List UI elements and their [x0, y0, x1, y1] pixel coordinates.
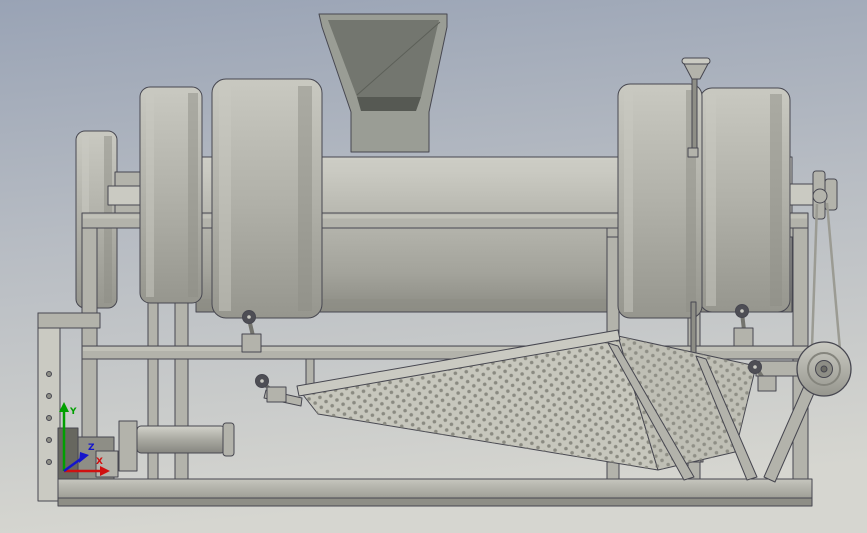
clamp-4-bracket[interactable]: [757, 375, 777, 392]
drum-ring-left-1-highlight: [146, 93, 154, 297]
clamp-1-knob-center: [247, 315, 251, 319]
drum-ring-right-1-highlight: [624, 90, 633, 312]
oiler-rod-upper[interactable]: [691, 77, 698, 155]
cad-viewport[interactable]: Y X Z: [0, 0, 867, 533]
clamp-3-knob-center: [740, 309, 744, 313]
oiler-fitting: [687, 147, 699, 158]
left-mount-plate[interactable]: [37, 312, 61, 502]
x-axis-label: X: [96, 457, 103, 467]
mount-hole-3: [46, 415, 52, 421]
frame-mid-rail-highlight: [83, 347, 807, 351]
drive-cylinder-mount[interactable]: [118, 420, 138, 472]
mount-hole-4: [46, 437, 52, 443]
drum-ring-right-2-highlight: [706, 94, 716, 306]
base-strip[interactable]: [57, 497, 813, 507]
oiler-funnel-rim: [681, 57, 711, 65]
z-axis-label: Z: [88, 443, 95, 453]
clamp-2-knob-center: [260, 379, 264, 383]
drive-pulley-small[interactable]: [812, 188, 828, 204]
y-axis-label: Y: [69, 407, 77, 417]
drum-ring-left-2-shade: [298, 86, 312, 311]
mount-hole-5: [46, 459, 52, 465]
mount-hole-1: [46, 371, 52, 377]
drum-ring-left-1-shade: [188, 93, 198, 297]
drive-cylinder-cap[interactable]: [222, 422, 235, 457]
mount-hole-2: [46, 393, 52, 399]
clamp-3-bracket[interactable]: [733, 327, 754, 347]
drive-cylinder[interactable]: [136, 425, 226, 454]
left-mount-bracket[interactable]: [37, 312, 101, 329]
drum-ring-right-2-shade: [770, 94, 782, 306]
clamp-4-knob-center: [753, 365, 757, 369]
left-shaft[interactable]: [107, 185, 145, 206]
clamp-1-bracket[interactable]: [241, 333, 262, 353]
base-channel[interactable]: [57, 478, 813, 500]
drum-ring-left-2-highlight: [219, 86, 231, 311]
clamp-2-bracket[interactable]: [266, 386, 287, 403]
feed-hopper-throat: [357, 97, 421, 111]
belt-pulley-axle: [820, 365, 828, 373]
